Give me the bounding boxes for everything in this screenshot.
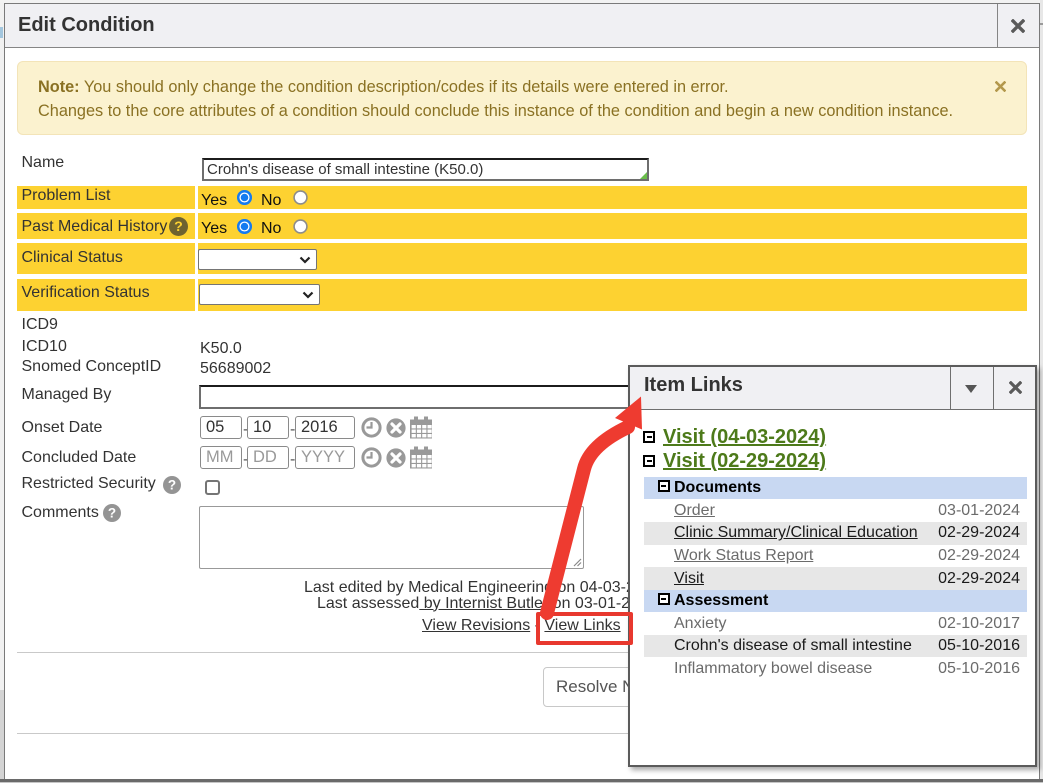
svg-text:?: ? (107, 505, 115, 520)
svg-text:?: ? (174, 219, 183, 235)
svg-text:?: ? (168, 478, 176, 493)
